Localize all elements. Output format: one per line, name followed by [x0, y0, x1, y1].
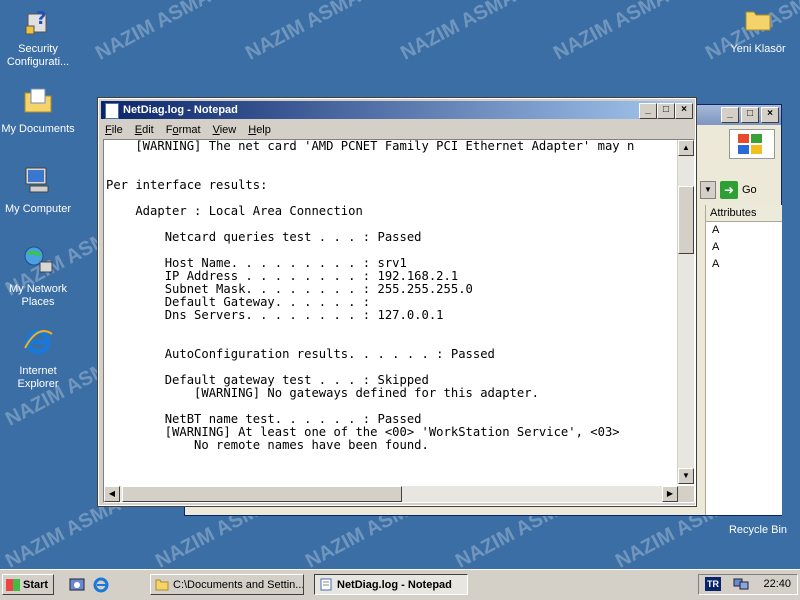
menu-mnemonic: F: [105, 124, 112, 136]
start-label: Start: [23, 579, 49, 591]
desktop-icon-label: My Computer: [4, 203, 72, 215]
desktop-icon-label: Security Configurati...: [6, 43, 70, 68]
network-tray-icon[interactable]: [733, 577, 749, 591]
horizontal-scrollbar[interactable]: ◀ ▶: [104, 486, 678, 502]
windows-flag-icon: [738, 134, 762, 154]
computer-icon: [25, 167, 49, 193]
taskbar: Start C:\Documents and Settin... NetDiag…: [0, 569, 800, 600]
text-line: [WARNING] The net card 'AMD PCNET Family…: [106, 140, 635, 153]
windows-flag-icon: [6, 579, 20, 591]
menu-format[interactable]: Format: [166, 121, 201, 139]
network-icon: [24, 246, 53, 273]
menu-file[interactable]: File: [105, 121, 123, 139]
security-config-icon: ?: [25, 8, 47, 35]
menu-mnemonic: V: [212, 124, 220, 136]
menu-mnemonic: H: [248, 124, 257, 136]
horizontal-scroll-thumb[interactable]: [122, 486, 402, 502]
folder-icon: [155, 579, 169, 591]
menu-help[interactable]: Help: [248, 121, 271, 139]
desktop-icon-label: Yeni Klasör: [730, 43, 786, 55]
text-line: [106, 322, 672, 335]
menu-rest: elp: [256, 124, 271, 136]
text-line: Adapter : Local Area Connection: [106, 204, 363, 218]
desktop-icon-yeni-klasor[interactable]: Yeni Klasör: [720, 4, 796, 56]
watermark: NAZIM ASMA: [92, 0, 215, 65]
notepad-icon: [320, 578, 332, 591]
taskbar-button-explorer[interactable]: C:\Documents and Settin...: [150, 574, 304, 595]
desktop-icon-my-computer[interactable]: My Computer: [0, 164, 76, 216]
system-tray: TR 22:40: [698, 574, 798, 595]
menu-rest: rmat: [178, 124, 201, 136]
notepad-icon: [105, 103, 119, 119]
text-line: Per interface results:: [106, 178, 268, 192]
task-label: NetDiag.log - Notepad: [337, 579, 452, 591]
vertical-scroll-thumb[interactable]: [678, 186, 694, 254]
taskbar-button-notepad[interactable]: NetDiag.log - Notepad: [314, 574, 468, 595]
address-go-area: ▼ ➜ Go: [700, 181, 757, 199]
scroll-down-button[interactable]: ▼: [678, 468, 694, 484]
svg-text:?: ?: [36, 8, 46, 29]
watermark: NAZIM ASMA: [550, 0, 673, 65]
text-line: No remote names have been found.: [106, 438, 429, 452]
notepad-text-area[interactable]: [WARNING] The net card 'AMD PCNET Family…: [103, 139, 695, 503]
menu-bar: File Edit Format View Help: [99, 121, 695, 139]
text-line: AutoConfiguration results. . . . . . : P…: [106, 347, 495, 361]
task-label: C:\Documents and Settin...: [173, 579, 304, 591]
desktop-icon-label: Recycle Bin: [728, 524, 788, 536]
windows-logo: [729, 129, 775, 159]
explorer-minimize-button[interactable]: _: [721, 107, 739, 123]
language-indicator[interactable]: TR: [705, 577, 721, 591]
menu-rest: dit: [142, 124, 154, 136]
menu-rest: iew: [219, 124, 237, 136]
menu-view[interactable]: View: [213, 121, 237, 139]
text-line: [106, 153, 672, 166]
text-line: Dns Servers. . . . . . . . : 127.0.0.1: [106, 308, 444, 322]
vertical-scrollbar[interactable]: ▲ ▼: [677, 140, 694, 484]
watermark: NAZIM ASMA: [397, 0, 520, 65]
notepad-content[interactable]: [WARNING] The net card 'AMD PCNET Family…: [104, 140, 672, 482]
column-header-attributes[interactable]: Attributes: [706, 205, 782, 222]
folder-documents-icon: [24, 88, 52, 113]
attribute-cell: A: [712, 224, 720, 236]
desktop-icon-my-documents[interactable]: My Documents: [0, 84, 76, 136]
quick-launch: [68, 576, 116, 594]
desktop-icon-network-places[interactable]: My Network Places: [0, 244, 76, 309]
desktop-icon-label: Internet Explorer: [17, 365, 59, 390]
menu-rest: ile: [111, 124, 123, 136]
menu-mnemonic: E: [134, 124, 143, 136]
desktop-icon-label: My Documents: [1, 123, 75, 135]
internet-explorer-icon: [24, 329, 53, 355]
clock[interactable]: 22:40: [763, 575, 791, 594]
go-button-label[interactable]: Go: [742, 184, 757, 196]
folder-icon: [745, 11, 771, 31]
notepad-maximize-button[interactable]: □: [657, 103, 675, 119]
notepad-title: NetDiag.log - Notepad: [123, 104, 238, 116]
notepad-title-bar[interactable]: NetDiag.log - Notepad: [101, 101, 693, 119]
address-dropdown-button[interactable]: ▼: [700, 181, 716, 199]
show-desktop-icon[interactable]: [68, 576, 86, 594]
size-grip[interactable]: [678, 486, 694, 502]
watermark: NAZIM ASMA: [242, 0, 365, 65]
desktop-icon-label: My Network Places: [8, 283, 68, 308]
desktop-icon-security[interactable]: ? Security Configurati...: [0, 4, 76, 69]
scroll-up-button[interactable]: ▲: [678, 140, 694, 156]
go-arrow-icon[interactable]: ➜: [720, 181, 738, 199]
notepad-close-button[interactable]: ×: [675, 103, 693, 119]
scroll-left-button[interactable]: ◀: [104, 486, 120, 502]
attribute-cell: A: [712, 258, 720, 270]
menu-edit[interactable]: Edit: [135, 121, 154, 139]
explorer-maximize-button[interactable]: □: [741, 107, 759, 123]
internet-explorer-icon[interactable]: [92, 576, 110, 594]
start-button[interactable]: Start: [2, 574, 54, 595]
attribute-cell: A: [712, 241, 720, 253]
notepad-window[interactable]: NetDiag.log - Notepad _ □ × File Edit Fo…: [97, 97, 697, 507]
text-line: [WARNING] No gateways defined for this a…: [106, 386, 539, 400]
text-line: Netcard queries test . . . : Passed: [106, 230, 422, 244]
desktop-icon-internet-explorer[interactable]: Internet Explorer: [0, 326, 76, 391]
file-list-attributes: Attributes A A A: [705, 205, 782, 515]
explorer-close-button[interactable]: ×: [761, 107, 779, 123]
scroll-right-button[interactable]: ▶: [662, 486, 678, 502]
notepad-minimize-button[interactable]: _: [639, 103, 657, 119]
